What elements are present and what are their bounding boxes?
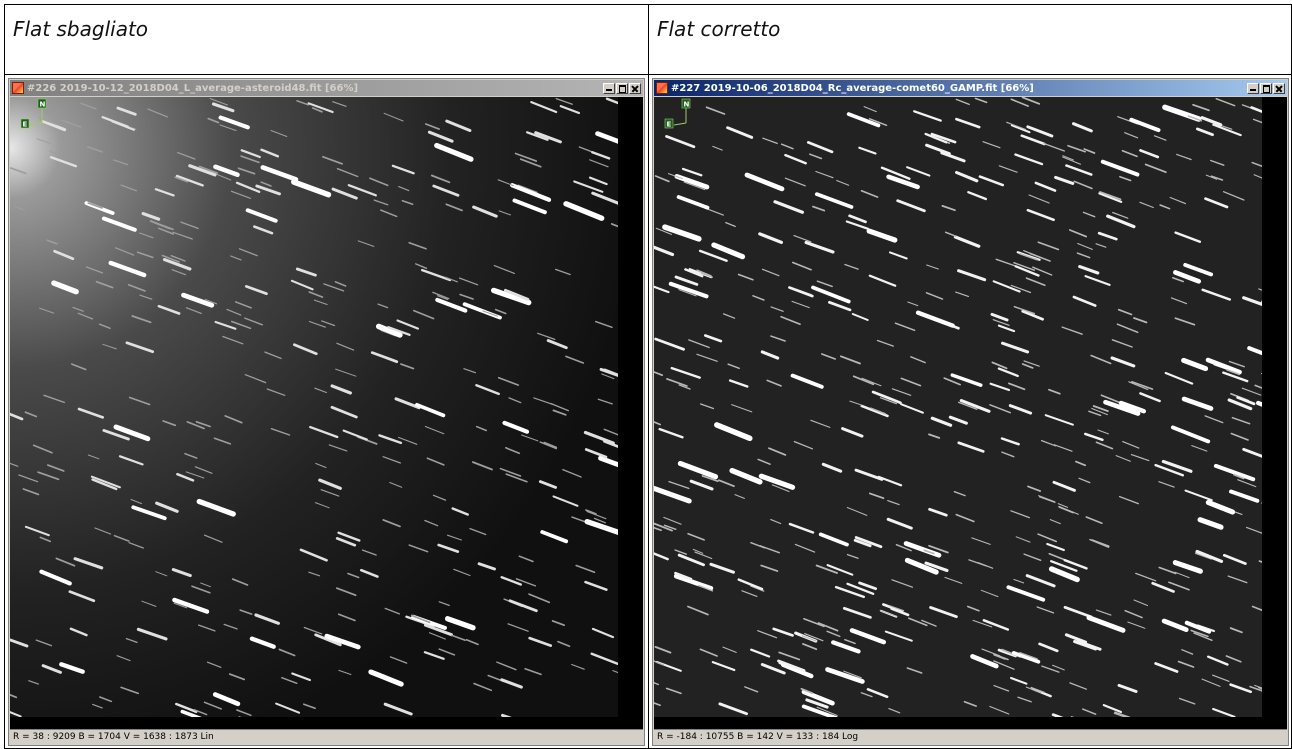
compass-east-label: E bbox=[667, 121, 672, 129]
right-caption-cell: Flat corretto bbox=[648, 4, 1292, 75]
right-caption: Flat corretto bbox=[657, 17, 781, 41]
left-image-border-right bbox=[618, 97, 643, 730]
minimize-icon[interactable] bbox=[603, 82, 615, 94]
right-star-field: N E bbox=[654, 97, 1287, 730]
compass-north-label: N bbox=[684, 101, 690, 109]
left-astro-image[interactable]: N E bbox=[10, 97, 643, 730]
close-icon[interactable] bbox=[629, 82, 641, 94]
right-window-titlebar[interactable]: #227 2019-10-06_2018D04_Rc_average-comet… bbox=[654, 80, 1287, 96]
document-table: Flat sbagliato Flat corretto #226 2019-1… bbox=[4, 4, 1292, 749]
left-window-title: #226 2019-10-12_2018D04_L_average-astero… bbox=[27, 82, 359, 94]
left-caption: Flat sbagliato bbox=[13, 17, 149, 41]
left-image-cell: #226 2019-10-12_2018D04_L_average-astero… bbox=[4, 74, 649, 749]
maximize-icon[interactable] bbox=[616, 82, 628, 94]
right-image-cell: #227 2019-10-06_2018D04_Rc_average-comet… bbox=[648, 74, 1292, 749]
compass-north-label: N bbox=[40, 101, 46, 109]
right-image-window[interactable]: #227 2019-10-06_2018D04_Rc_average-comet… bbox=[652, 78, 1289, 746]
left-star-field: N E bbox=[10, 97, 643, 730]
right-status-bar: R = -184 : 10755 B = 142 V = 133 : 184 L… bbox=[654, 729, 1287, 744]
compass-east-label: E bbox=[23, 121, 28, 129]
close-icon[interactable] bbox=[1273, 82, 1285, 94]
left-image-window[interactable]: #226 2019-10-12_2018D04_L_average-astero… bbox=[8, 78, 645, 746]
app-icon[interactable] bbox=[656, 82, 668, 94]
right-window-title: #227 2019-10-06_2018D04_Rc_average-comet… bbox=[671, 82, 1034, 94]
left-status-bar: R = 38 : 9209 B = 1704 V = 1638 : 1873 L… bbox=[10, 729, 643, 744]
right-image-border-right bbox=[1262, 97, 1287, 730]
app-icon[interactable] bbox=[12, 82, 24, 94]
left-caption-cell: Flat sbagliato bbox=[4, 4, 649, 75]
left-window-titlebar[interactable]: #226 2019-10-12_2018D04_L_average-astero… bbox=[10, 80, 643, 96]
right-astro-image[interactable]: N E bbox=[654, 97, 1287, 730]
maximize-icon[interactable] bbox=[1260, 82, 1272, 94]
minimize-icon[interactable] bbox=[1247, 82, 1259, 94]
